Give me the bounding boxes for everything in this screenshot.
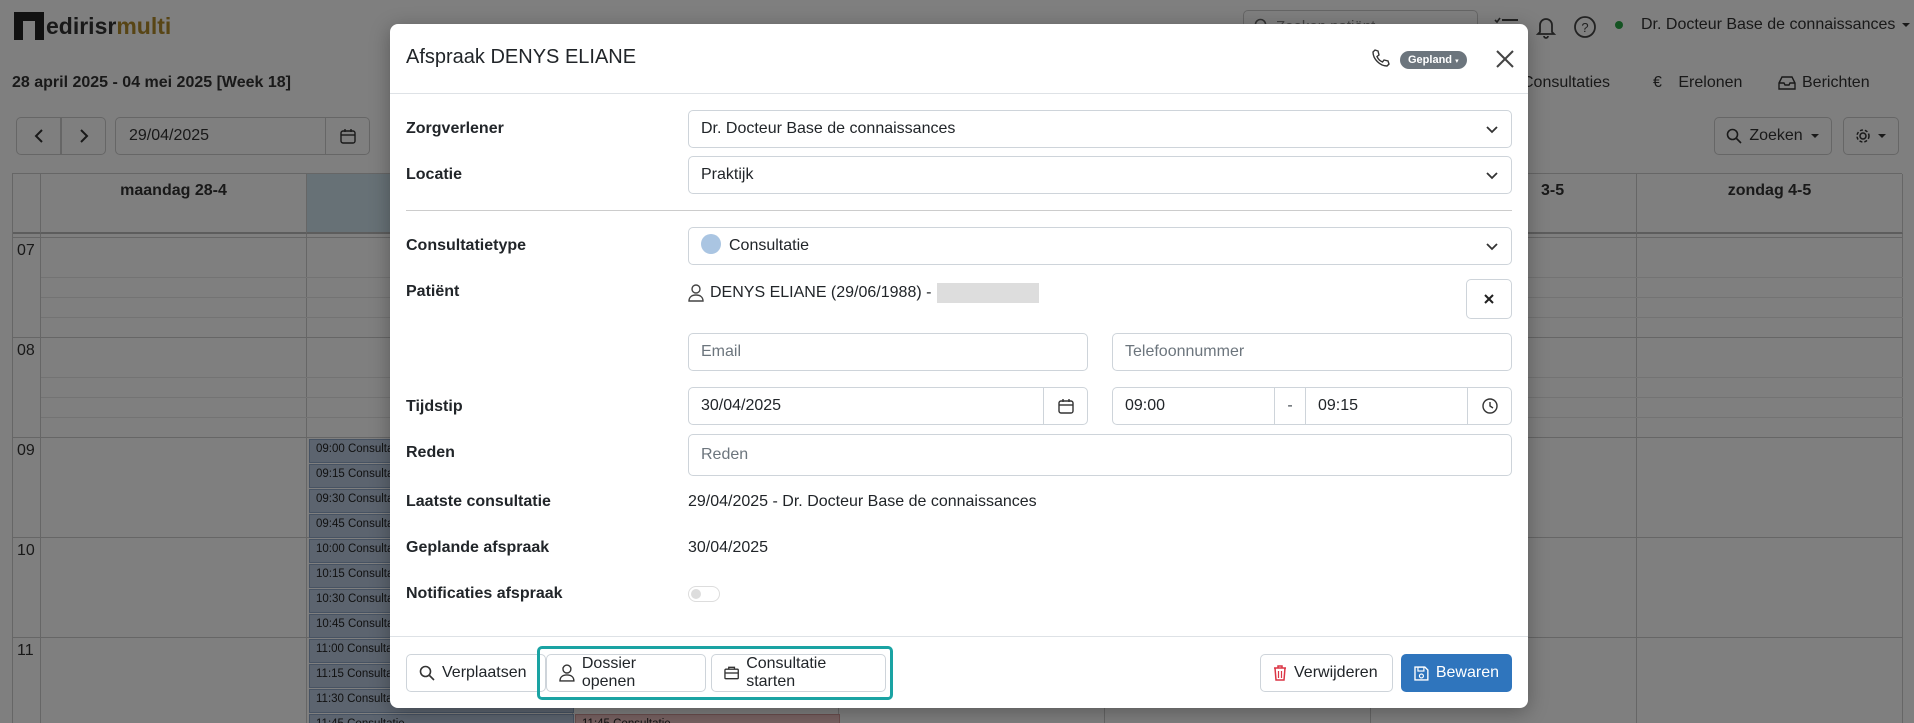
clear-patient-button[interactable] [1466, 279, 1512, 319]
patient-info: DENYS ELIANE (29/06/1988) - [688, 283, 1040, 303]
reason-field[interactable]: Reden [688, 434, 1512, 476]
notificaties-label: Notificaties afspraak [406, 585, 563, 602]
trash-icon [1274, 665, 1286, 681]
end-time-field[interactable]: 09:15 [1305, 387, 1468, 425]
patient-label: Patiënt [406, 283, 460, 300]
consultatietype-value: Consultatie [729, 237, 810, 254]
phone-icon[interactable] [1371, 48, 1391, 68]
geplande-afspraak-label: Geplande afspraak [406, 539, 550, 556]
phone-placeholder: Telefoonnummer [1125, 343, 1245, 360]
dossier-openen-label: Dossier openen [581, 655, 637, 690]
chevron-down-icon [1486, 126, 1498, 134]
reden-label: Reden [406, 444, 455, 461]
end-time-value: 09:15 [1318, 397, 1359, 414]
redacted-field [937, 283, 1040, 303]
patient-name: DENYS ELIANE (29/06/1988) - [710, 284, 932, 301]
zorgverlener-select[interactable]: Dr. Docteur Base de connaissances [688, 110, 1512, 148]
dossier-openen-button[interactable]: Dossier openen [546, 654, 706, 692]
consultatietype-select[interactable]: Consultatie [688, 227, 1512, 265]
section-divider [406, 210, 1512, 211]
zorgverlener-value: Dr. Docteur Base de connaissances [701, 120, 956, 137]
date-picker-button[interactable] [1043, 387, 1088, 425]
clock-icon [1481, 398, 1498, 414]
laatste-consultatie-label: Laatste consultatie [406, 493, 551, 510]
consultation-type-color-icon [701, 234, 721, 255]
locatie-select[interactable]: Praktijk [688, 156, 1512, 194]
date-field[interactable]: 30/04/2025 [688, 387, 1044, 425]
locatie-label: Locatie [406, 166, 463, 183]
email-placeholder: Email [701, 343, 742, 360]
briefcase-icon [724, 666, 739, 680]
start-time-field[interactable]: 09:00 [1112, 387, 1275, 425]
time-separator-text: - [1287, 397, 1293, 414]
tijdstip-label: Tijdstip [406, 398, 463, 415]
search-icon [419, 665, 435, 681]
zorgverlener-label: Zorgverlener [406, 120, 504, 137]
chevron-down-icon [1486, 172, 1498, 180]
time-separator: - [1274, 387, 1306, 425]
consultatietype-label: Consultatietype [406, 237, 527, 254]
modal-header: Afspraak DENYS ELIANE Gepland ▾ [390, 24, 1528, 94]
appointment-modal: Afspraak DENYS ELIANE Gepland ▾ Zorgverl… [390, 24, 1528, 708]
save-icon [1414, 665, 1429, 681]
laatste-consultatie-value: 29/04/2025 - Dr. Docteur Base de connais… [688, 493, 1037, 510]
start-time-value: 09:00 [1125, 397, 1166, 414]
verwijderen-button[interactable]: Verwijderen [1260, 654, 1393, 692]
user-icon [688, 284, 704, 302]
reason-placeholder: Reden [701, 446, 749, 463]
geplande-afspraak-value: 30/04/2025 [688, 539, 769, 556]
close-icon[interactable] [1492, 46, 1518, 72]
notifications-toggle[interactable] [688, 586, 720, 602]
calendar-icon [1057, 399, 1074, 414]
email-field[interactable]: Email [688, 333, 1088, 371]
consultatie-starten-button[interactable]: Consultatie starten [711, 654, 886, 692]
bewaren-button[interactable]: Bewaren [1401, 654, 1512, 692]
status-badge[interactable]: Gepland ▾ [1400, 51, 1467, 69]
user-icon [559, 664, 575, 682]
status-label: Gepland [1408, 54, 1453, 66]
locatie-value: Praktijk [701, 166, 754, 183]
verwijderen-label: Verwijderen [1294, 664, 1378, 681]
date-value: 30/04/2025 [701, 397, 782, 414]
consultatie-starten-label: Consultatie starten [746, 655, 827, 690]
caret-down-icon: ▾ [1455, 58, 1459, 65]
close-icon [1484, 294, 1494, 304]
phone-field[interactable]: Telefoonnummer [1112, 333, 1512, 371]
verplaatsen-label: Verplaatsen [442, 664, 527, 681]
modal-title: Afspraak DENYS ELIANE [406, 46, 637, 68]
time-picker-button[interactable] [1467, 387, 1512, 425]
chevron-down-icon [1486, 243, 1498, 251]
verplaatsen-button[interactable]: Verplaatsen [406, 654, 546, 692]
bewaren-label: Bewaren [1435, 664, 1499, 681]
